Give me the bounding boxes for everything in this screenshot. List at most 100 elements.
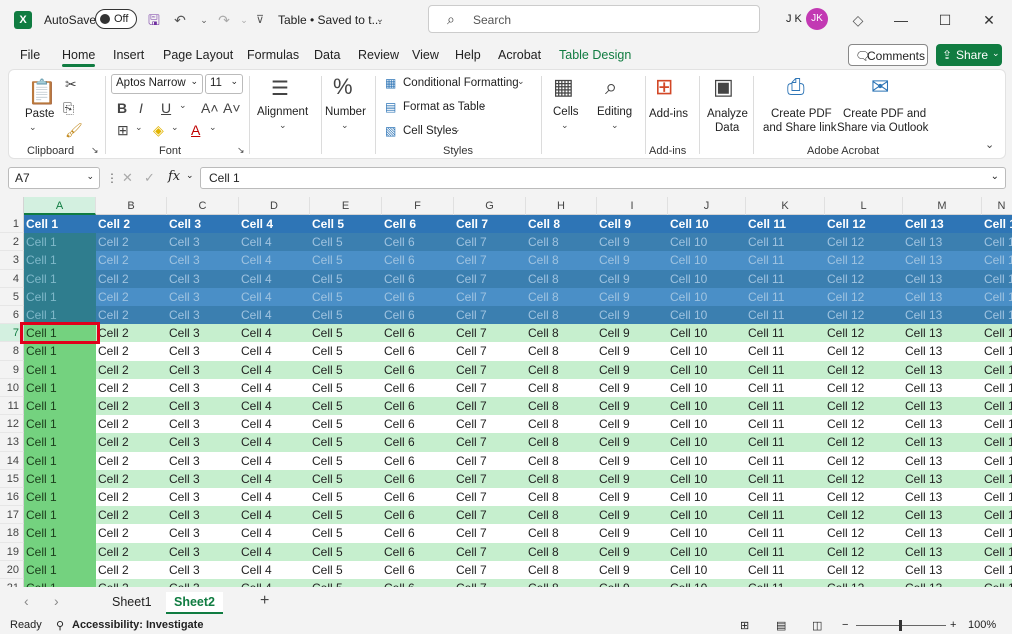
grid-cell[interactable]: Cell 8 <box>526 378 597 397</box>
grid-cell[interactable]: Cell 1 <box>982 433 1012 452</box>
grid-cell[interactable]: Cell 2 <box>96 542 167 561</box>
grid-cell[interactable]: Cell 4 <box>239 433 310 452</box>
editing-label[interactable]: Editing <box>597 106 632 118</box>
grid-cell[interactable]: Cell 4 <box>239 579 310 587</box>
grid-cell[interactable]: Cell 8 <box>526 287 597 306</box>
grid-cell[interactable]: Cell 12 <box>825 579 903 587</box>
grid-cell[interactable]: Cell 11 <box>746 433 825 452</box>
row-header[interactable]: 8 <box>0 342 24 361</box>
grid-cell[interactable]: Cell 9 <box>597 378 668 397</box>
row-header[interactable]: 4 <box>0 269 24 288</box>
grid-cell[interactable]: Cell 2 <box>96 269 167 288</box>
grid-cell[interactable]: Cell 3 <box>167 415 239 434</box>
grid-cell[interactable]: Cell 7 <box>454 542 526 561</box>
chevron-down-icon[interactable]: ⌄ <box>561 120 569 131</box>
grid-cell[interactable]: Cell 1 <box>24 269 96 288</box>
grid-cell[interactable]: Cell 13 <box>903 488 982 507</box>
grid-cell[interactable]: Cell 10 <box>668 287 746 306</box>
grid-cell[interactable]: Cell 7 <box>454 506 526 525</box>
editing-search-icon[interactable]: ⌕ <box>605 74 617 100</box>
column-header-j[interactable]: J <box>668 197 746 215</box>
column-header-f[interactable]: F <box>382 197 454 215</box>
formula-input[interactable]: Cell 1 ⌄ <box>200 167 1006 189</box>
grid-cell[interactable]: Cell 4 <box>239 251 310 270</box>
tab-formulas[interactable]: Formulas <box>247 48 299 62</box>
grid-cell[interactable]: Cell 6 <box>382 287 454 306</box>
grid-cell[interactable]: Cell 3 <box>167 269 239 288</box>
chevron-down-icon[interactable]: ⌄ <box>186 170 194 181</box>
grid-cell[interactable]: Cell 13 <box>903 342 982 361</box>
grid-cell[interactable]: Cell 1 <box>24 469 96 488</box>
grid-cell[interactable]: Cell 6 <box>382 306 454 325</box>
grid-cell[interactable]: Cell 3 <box>167 251 239 270</box>
grid-cell[interactable]: Cell 8 <box>526 215 597 234</box>
enter-icon[interactable]: ✓ <box>144 170 155 186</box>
grid-cell[interactable]: Cell 5 <box>310 506 382 525</box>
grid-cell[interactable]: Cell 12 <box>825 233 903 252</box>
grid-cell[interactable]: Cell 6 <box>382 360 454 379</box>
row-header[interactable]: 20 <box>0 560 24 579</box>
grid-cell[interactable]: Cell 13 <box>903 433 982 452</box>
grid-cell[interactable]: Cell 1 <box>24 560 96 579</box>
grid-cell[interactable]: Cell 2 <box>96 451 167 470</box>
grid-cell[interactable]: Cell 4 <box>239 415 310 434</box>
grid-cell[interactable]: Cell 6 <box>382 451 454 470</box>
grid-cell[interactable]: Cell 5 <box>310 251 382 270</box>
grid-cell[interactable]: Cell 2 <box>96 287 167 306</box>
grid-cell[interactable]: Cell 11 <box>746 488 825 507</box>
fill-color-icon[interactable]: ◈ <box>153 122 164 139</box>
grid-cell[interactable]: Cell 6 <box>382 378 454 397</box>
format-painter-icon[interactable]: 🖌 <box>65 122 83 139</box>
grid-cell[interactable]: Cell 1 <box>24 506 96 525</box>
grid-cell[interactable]: Cell 1 <box>24 415 96 434</box>
grid-cell[interactable]: Cell 4 <box>239 524 310 543</box>
grid-cell[interactable]: Cell 12 <box>825 360 903 379</box>
cut-icon[interactable]: ✂ <box>65 76 77 93</box>
grid-cell[interactable]: Cell 2 <box>96 324 167 343</box>
grid-cell[interactable]: Cell 11 <box>746 360 825 379</box>
conditional-formatting-icon[interactable]: ▦ <box>385 76 396 90</box>
grid-cell[interactable]: Cell 10 <box>668 324 746 343</box>
grid-cell[interactable]: Cell 9 <box>597 415 668 434</box>
grid-cell[interactable]: Cell 11 <box>746 415 825 434</box>
zoom-thumb[interactable] <box>899 620 902 631</box>
grid-cell[interactable]: Cell 8 <box>526 269 597 288</box>
grid-cell[interactable]: Cell 2 <box>96 215 167 234</box>
grid-cell[interactable]: Cell 11 <box>746 506 825 525</box>
percent-icon[interactable]: % <box>333 74 353 100</box>
grid-cell[interactable]: Cell 10 <box>668 378 746 397</box>
grid-cell[interactable]: Cell 13 <box>903 560 982 579</box>
row-header[interactable]: 5 <box>0 287 24 306</box>
grid-cell[interactable]: Cell 8 <box>526 560 597 579</box>
grid-cell[interactable]: Cell 9 <box>597 360 668 379</box>
grid-cell[interactable]: Cell 6 <box>382 542 454 561</box>
grid-cell[interactable]: Cell 2 <box>96 360 167 379</box>
grid-cell[interactable]: Cell 7 <box>454 579 526 587</box>
grid-cell[interactable]: Cell 13 <box>903 378 982 397</box>
grid-cell[interactable]: Cell 10 <box>668 233 746 252</box>
grid-cell[interactable]: Cell 6 <box>382 433 454 452</box>
font-color-icon[interactable]: A <box>191 122 200 138</box>
grid-cell[interactable]: Cell 10 <box>668 560 746 579</box>
grid-cell[interactable]: Cell 10 <box>668 579 746 587</box>
grid-cell[interactable]: Cell 13 <box>903 215 982 234</box>
grid-cell[interactable]: Cell 2 <box>96 433 167 452</box>
grid-cell[interactable]: Cell 11 <box>746 306 825 325</box>
italic-icon[interactable]: I <box>139 100 143 116</box>
grid-cell[interactable]: Cell 7 <box>454 397 526 416</box>
grid-cell[interactable]: Cell 10 <box>668 251 746 270</box>
grid-cell[interactable]: Cell 3 <box>167 342 239 361</box>
grid-cell[interactable]: Cell 1 <box>982 251 1012 270</box>
grid-cell[interactable]: Cell 11 <box>746 215 825 234</box>
chevron-down-icon[interactable]: ⌄ <box>279 120 287 131</box>
grid-cell[interactable]: Cell 7 <box>454 233 526 252</box>
grid-cell[interactable]: Cell 4 <box>239 306 310 325</box>
grid-cell[interactable]: Cell 1 <box>24 397 96 416</box>
grid-cell[interactable]: Cell 13 <box>903 506 982 525</box>
borders-dropdown-icon[interactable]: ⌄ <box>135 122 143 133</box>
row-header[interactable]: 12 <box>0 415 24 434</box>
grid-cell[interactable]: Cell 6 <box>382 524 454 543</box>
grid-cell[interactable]: Cell 8 <box>526 233 597 252</box>
grid-cell[interactable]: Cell 6 <box>382 506 454 525</box>
grid-cell[interactable]: Cell 11 <box>746 542 825 561</box>
